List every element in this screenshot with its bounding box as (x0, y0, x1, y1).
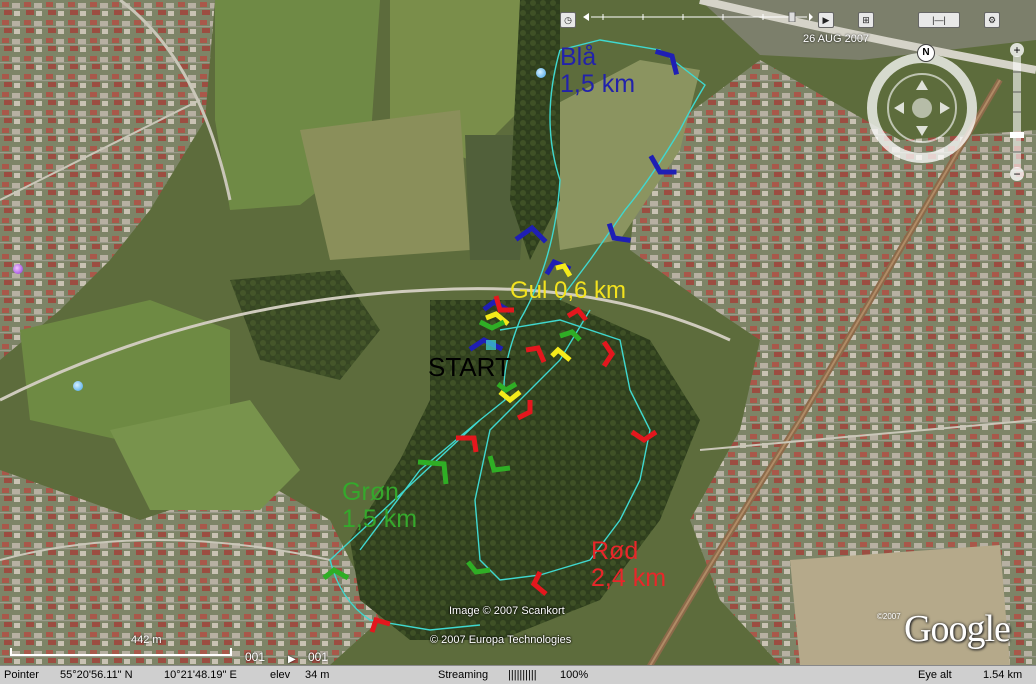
streaming-percent: 100% (560, 669, 589, 681)
streaming-progress: |||||||||| (508, 669, 537, 681)
blue-route-label: Blå 1,5 km (560, 43, 636, 98)
play-icon[interactable]: ▶ (818, 12, 834, 28)
timeline-range-icon[interactable]: |—| (918, 12, 960, 28)
red-route-label: Rød 2,4 km (591, 537, 667, 592)
elev-value: 34 m (305, 669, 330, 681)
overlay-counter: 001 (308, 650, 329, 664)
settings-icon[interactable]: ⚙ (984, 12, 1000, 28)
longitude-value: 10°21'48.19" E (164, 669, 237, 681)
status-bar: Pointer 55°20'56.11" N 10°21'48.19" E el… (0, 665, 1036, 684)
timeline-date: 26 AUG 2007 (803, 33, 870, 45)
svg-text:+: + (1013, 43, 1020, 57)
placemark-icon[interactable] (73, 381, 83, 391)
copyright-credit: © 2007 Europa Technologies (430, 634, 572, 646)
north-arrow-icon[interactable]: N (917, 44, 935, 62)
clock-icon[interactable]: ◷ (560, 12, 576, 28)
placemark-icon[interactable] (536, 68, 546, 78)
start-marker (486, 340, 496, 350)
latitude-value: 55°20'56.11" N (60, 669, 133, 681)
image-credit: Image © 2007 Scankort (449, 605, 565, 617)
overlay-counter: 001 (245, 650, 266, 664)
play-icon[interactable]: ▶ (288, 654, 296, 665)
streaming-label: Streaming (438, 669, 489, 681)
google-copyright-year: ©2007 (877, 612, 901, 621)
compass-ring-icon[interactable] (866, 44, 978, 174)
svg-text:−: − (1013, 167, 1020, 181)
scale-bar (10, 648, 232, 656)
yellow-route-label: Gul 0,6 km (510, 277, 627, 304)
start-label: START (428, 352, 511, 382)
green-route-label: Grøn 1,5 km (342, 478, 418, 533)
pointer-label: Pointer (4, 669, 39, 681)
placemark-icon[interactable] (13, 264, 23, 274)
scale-label: 442 m (131, 634, 162, 646)
timeline-slider-icon[interactable] (583, 12, 813, 22)
timeline-option-icon[interactable]: ⊞ (858, 12, 874, 28)
eye-alt-value: 1.54 km (983, 669, 1023, 681)
zoom-slider[interactable]: + − (1004, 42, 1030, 182)
elev-label: elev (270, 669, 291, 681)
google-logo: Google (904, 608, 1011, 650)
eye-alt-label: Eye alt (918, 669, 952, 681)
